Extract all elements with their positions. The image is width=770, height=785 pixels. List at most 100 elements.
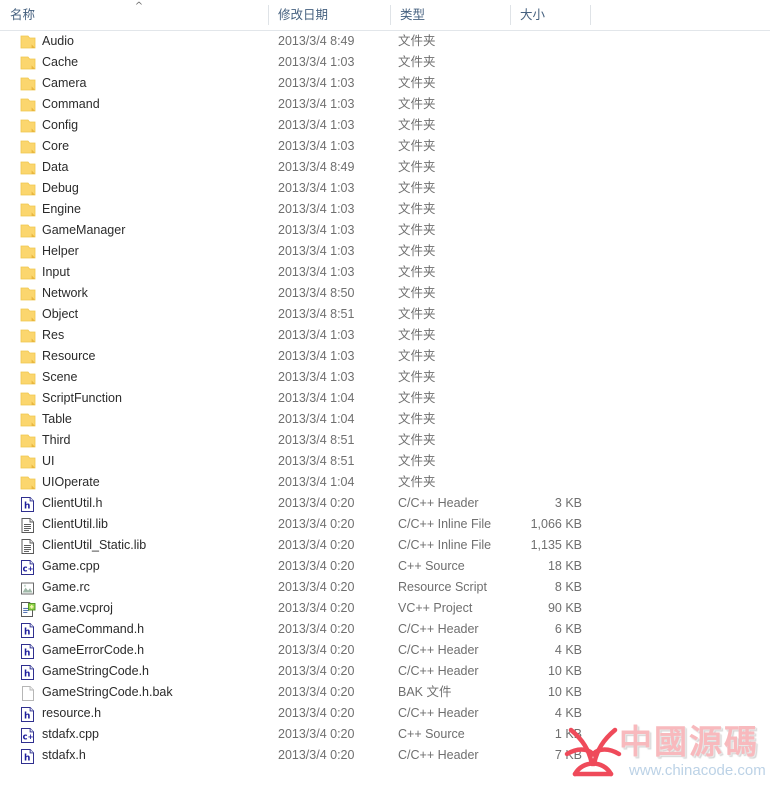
file-name-cell[interactable]: ClientUtil.lib: [20, 514, 265, 535]
file-list-row[interactable]: UIOperate 2013/3/4 1:04 文件夹: [0, 472, 770, 493]
file-name-cell[interactable]: h resource.h: [20, 703, 265, 724]
folder-icon: [20, 434, 36, 448]
file-name-cell[interactable]: Helper: [20, 241, 265, 262]
file-list-row[interactable]: c + stdafx.cpp 2013/3/4 0:20 C++ Source 1 KB: [0, 724, 770, 745]
file-list-row[interactable]: GameStringCode.h.bak 2013/3/4 0:20 BAK 文件 1…: [0, 682, 770, 703]
file-name-label: Camera: [42, 76, 87, 90]
file-list-row[interactable]: h GameErrorCode.h 2013/3/4 0:20 C/C++ Heade…: [0, 640, 770, 661]
file-name-cell[interactable]: Cache: [20, 52, 265, 73]
file-size-cell: [490, 241, 582, 262]
file-name-cell[interactable]: h GameCommand.h: [20, 619, 265, 640]
file-date-cell: 2013/3/4 0:20: [278, 727, 355, 741]
folder-icon: [20, 224, 36, 238]
file-list-row[interactable]: h GameCommand.h 2013/3/4 0:20 C/C++ Header 6…: [0, 619, 770, 640]
file-name-cell[interactable]: GameManager: [20, 220, 265, 241]
file-size-cell: [490, 430, 582, 451]
file-name-cell[interactable]: Data: [20, 157, 265, 178]
file-name-cell[interactable]: Debug: [20, 178, 265, 199]
column-header-size[interactable]: 大小: [510, 0, 590, 30]
file-list-row[interactable]: Engine 2013/3/4 1:03 文件夹: [0, 199, 770, 220]
column-divider[interactable]: [268, 5, 269, 25]
file-size-cell: 6 KB: [554, 622, 582, 636]
file-name-cell[interactable]: Command: [20, 94, 265, 115]
file-name-cell[interactable]: Input: [20, 262, 265, 283]
file-list-row[interactable]: Input 2013/3/4 1:03 文件夹: [0, 262, 770, 283]
file-list-row[interactable]: h stdafx.h 2013/3/4 0:20 C/C++ Header 7 KB: [0, 745, 770, 766]
file-date-cell: 2013/3/4 1:03: [278, 223, 355, 237]
file-name-cell[interactable]: UI: [20, 451, 265, 472]
file-date-cell: 2013/3/4 8:51: [278, 433, 355, 447]
file-name-cell[interactable]: ClientUtil_Static.lib: [20, 535, 265, 556]
file-name-cell[interactable]: Network: [20, 283, 265, 304]
file-name-cell[interactable]: c + stdafx.cpp: [20, 724, 265, 745]
file-name-cell[interactable]: Table: [20, 409, 265, 430]
file-name-cell[interactable]: c + Game.cpp: [20, 556, 265, 577]
file-name-cell[interactable]: Game.rc: [20, 577, 265, 598]
file-list-row[interactable]: Data 2013/3/4 8:49 文件夹: [0, 157, 770, 178]
file-list-row[interactable]: Scene 2013/3/4 1:03 文件夹: [0, 367, 770, 388]
column-header-type[interactable]: 类型: [390, 0, 510, 30]
file-list-row[interactable]: Res 2013/3/4 1:03 文件夹: [0, 325, 770, 346]
file-list-row[interactable]: Resource 2013/3/4 1:03 文件夹: [0, 346, 770, 367]
file-date-cell: 2013/3/4 0:20: [278, 643, 355, 657]
file-name-cell[interactable]: GameStringCode.h.bak: [20, 682, 265, 703]
file-name-label: UI: [42, 454, 55, 468]
file-name-cell[interactable]: Config: [20, 115, 265, 136]
file-list-row[interactable]: Cache 2013/3/4 1:03 文件夹: [0, 52, 770, 73]
file-name-cell[interactable]: Camera: [20, 73, 265, 94]
sort-ascending-icon[interactable]: ^: [133, 2, 145, 12]
file-list-row[interactable]: GameManager 2013/3/4 1:03 文件夹: [0, 220, 770, 241]
file-list-row[interactable]: ClientUtil.lib 2013/3/4 0:20 C/C++ Inline …: [0, 514, 770, 535]
file-date-cell: 2013/3/4 0:20: [278, 601, 355, 615]
generic-file-icon: [20, 539, 36, 554]
file-name-cell[interactable]: Game.vcproj: [20, 598, 265, 619]
file-name-cell[interactable]: Audio: [20, 31, 265, 52]
file-list-row[interactable]: Helper 2013/3/4 1:03 文件夹: [0, 241, 770, 262]
column-divider[interactable]: [590, 5, 591, 25]
file-list-row[interactable]: Game.rc 2013/3/4 0:20 Resource Script 8 KB: [0, 577, 770, 598]
file-list-row[interactable]: Network 2013/3/4 8:50 文件夹: [0, 283, 770, 304]
file-name-cell[interactable]: Core: [20, 136, 265, 157]
file-name-cell[interactable]: Engine: [20, 199, 265, 220]
file-list-row[interactable]: Command 2013/3/4 1:03 文件夹: [0, 94, 770, 115]
column-header-date[interactable]: 修改日期: [268, 0, 390, 30]
file-list-row[interactable]: Audio 2013/3/4 8:49 文件夹: [0, 31, 770, 52]
file-name-cell[interactable]: ScriptFunction: [20, 388, 265, 409]
file-list-row[interactable]: h ClientUtil.h 2013/3/4 0:20 C/C++ Header 3 …: [0, 493, 770, 514]
file-list-row[interactable]: UI 2013/3/4 8:51 文件夹: [0, 451, 770, 472]
file-date-cell: 2013/3/4 8:49: [278, 160, 355, 174]
file-list-row[interactable]: Game.vcproj 2013/3/4 0:20 VC++ Project 90 K…: [0, 598, 770, 619]
file-list-row[interactable]: Third 2013/3/4 8:51 文件夹: [0, 430, 770, 451]
file-list-row[interactable]: Object 2013/3/4 8:51 文件夹: [0, 304, 770, 325]
file-name-cell[interactable]: h ClientUtil.h: [20, 493, 265, 514]
file-size-cell: 18 KB: [547, 559, 582, 573]
file-list-row[interactable]: Core 2013/3/4 1:03 文件夹: [0, 136, 770, 157]
file-name-cell[interactable]: h GameStringCode.h: [20, 661, 265, 682]
file-list-row[interactable]: Camera 2013/3/4 1:03 文件夹: [0, 73, 770, 94]
file-name-cell[interactable]: Resource: [20, 346, 265, 367]
folder-icon: [20, 350, 36, 364]
header-file-icon: h: [20, 707, 36, 722]
file-list-row[interactable]: c + Game.cpp 2013/3/4 0:20 C++ Source 18 KB: [0, 556, 770, 577]
file-list-row[interactable]: ScriptFunction 2013/3/4 1:04 文件夹: [0, 388, 770, 409]
file-list-row[interactable]: Debug 2013/3/4 1:03 文件夹: [0, 178, 770, 199]
column-divider[interactable]: [510, 5, 511, 25]
file-name-cell[interactable]: Res: [20, 325, 265, 346]
file-name-label: Scene: [42, 370, 78, 384]
folder-icon: [20, 287, 36, 301]
file-list-row[interactable]: h GameStringCode.h 2013/3/4 0:20 C/C++ Head…: [0, 661, 770, 682]
file-name-cell[interactable]: h GameErrorCode.h: [20, 640, 265, 661]
file-name-cell[interactable]: Scene: [20, 367, 265, 388]
file-name-label: Game.rc: [42, 580, 90, 594]
file-list-row[interactable]: ClientUtil_Static.lib 2013/3/4 0:20 C/C++ …: [0, 535, 770, 556]
column-divider[interactable]: [390, 5, 391, 25]
file-name-cell[interactable]: h stdafx.h: [20, 745, 265, 766]
header-file-icon: h: [20, 644, 36, 659]
file-name-cell[interactable]: Object: [20, 304, 265, 325]
file-list-row[interactable]: h resource.h 2013/3/4 0:20 C/C++ Header 4 KB: [0, 703, 770, 724]
file-list-row[interactable]: Table 2013/3/4 1:04 文件夹: [0, 409, 770, 430]
file-date-cell: 2013/3/4 1:03: [278, 55, 355, 69]
file-name-cell[interactable]: UIOperate: [20, 472, 265, 493]
file-list-row[interactable]: Config 2013/3/4 1:03 文件夹: [0, 115, 770, 136]
file-name-cell[interactable]: Third: [20, 430, 265, 451]
